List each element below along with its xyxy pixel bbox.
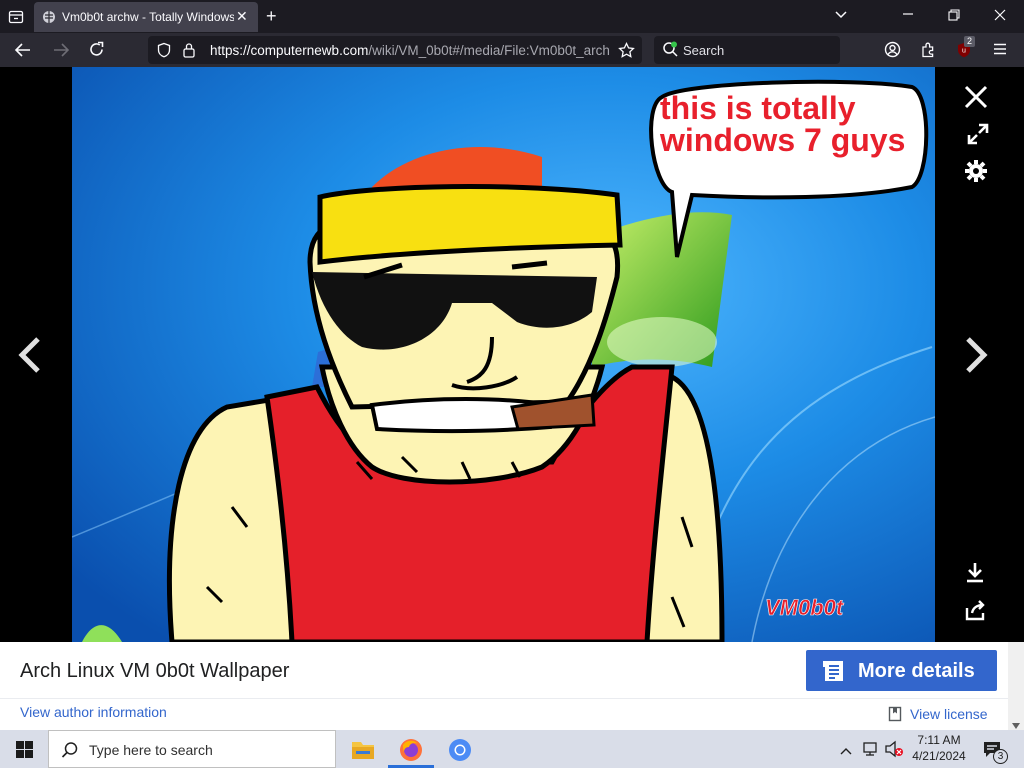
network-icon[interactable] <box>862 740 880 763</box>
media-info-panel: Arch Linux VM 0b0t Wallpaper More detail… <box>0 642 1008 730</box>
account-icon[interactable] <box>884 41 901 62</box>
extensions-puzzle-icon[interactable] <box>920 41 937 62</box>
forward-arrow-icon[interactable] <box>52 42 70 62</box>
file-explorer-icon[interactable] <box>351 738 375 765</box>
bookmark-star-icon[interactable] <box>618 41 635 63</box>
minimize-window-icon[interactable] <box>902 8 914 24</box>
tab-title: Vm0b0t archw - Totally Windows 7 <box>62 10 234 24</box>
taskbar-search-box[interactable]: Type here to search <box>48 730 336 768</box>
more-details-label: More details <box>858 660 975 682</box>
volume-muted-icon[interactable] <box>884 740 904 763</box>
system-clock[interactable]: 7:11 AM 4/21/2024 <box>906 732 972 764</box>
previous-image-arrow-icon[interactable] <box>14 335 46 380</box>
more-details-button[interactable]: More details <box>806 650 997 691</box>
url-path: /wiki/VM_0b0t#/media/File:Vm0b0t_archw.p… <box>368 43 610 58</box>
download-icon[interactable] <box>964 561 986 588</box>
reload-icon[interactable] <box>88 41 105 62</box>
site-favicon-icon <box>42 10 56 27</box>
tab-strip: Vm0b0t archw - Totally Windows 7 ✕ + <box>0 0 1024 33</box>
list-all-tabs-icon[interactable] <box>834 8 848 26</box>
windows-start-icon[interactable] <box>16 741 33 763</box>
fullscreen-expand-icon[interactable] <box>966 122 990 151</box>
close-tab-icon[interactable]: ✕ <box>236 8 248 25</box>
active-tab[interactable]: Vm0b0t archw - Totally Windows 7 ✕ <box>34 2 258 32</box>
media-title: Arch Linux VM 0b0t Wallpaper <box>20 660 290 682</box>
firefox-icon[interactable] <box>398 737 424 768</box>
settings-gear-icon[interactable] <box>964 159 988 188</box>
tracking-protection-shield-icon[interactable] <box>156 42 172 62</box>
back-arrow-icon[interactable] <box>14 42 32 62</box>
search-bar[interactable]: Search <box>654 36 840 64</box>
license-icon <box>888 706 902 727</box>
view-license-link[interactable]: View license <box>910 706 988 722</box>
navigation-toolbar: https://computernewb.com/wiki/VM_0b0t#/m… <box>0 33 1024 67</box>
view-author-link[interactable]: View author information <box>20 704 167 720</box>
vertical-scrollbar[interactable] <box>1008 642 1024 730</box>
show-hidden-icons-chevron-icon[interactable] <box>840 743 852 761</box>
padlock-icon[interactable] <box>182 42 196 62</box>
chromium-icon[interactable] <box>447 737 473 768</box>
artist-signature: VM0b0t <box>765 595 845 620</box>
speech-bubble-line-1: this is totally <box>660 90 856 126</box>
media-viewer-lightbox: this is totally windows 7 guys VM0b0t <box>0 67 1024 642</box>
restore-window-icon[interactable] <box>948 9 960 25</box>
new-tab-icon[interactable]: + <box>266 7 277 25</box>
close-viewer-icon[interactable] <box>964 85 988 114</box>
next-image-arrow-icon[interactable] <box>960 335 992 380</box>
taskbar-search-placeholder: Type here to search <box>89 742 213 758</box>
clock-date: 4/21/2024 <box>912 749 966 763</box>
windows-taskbar: Type here to search 7:11 AM 4/21/2024 3 <box>0 730 1024 768</box>
notification-count-badge: 3 <box>993 749 1008 764</box>
search-bar-placeholder: Search <box>683 43 725 58</box>
clock-time: 7:11 AM <box>917 733 961 747</box>
file-page-icon <box>822 659 846 689</box>
extension-badge: 2 <box>964 36 976 47</box>
share-icon[interactable] <box>964 599 986 626</box>
divider <box>0 698 1008 699</box>
search-engine-icon <box>662 41 679 62</box>
search-icon <box>61 741 79 764</box>
url-host: https://computernewb.com <box>210 43 369 58</box>
wallpaper-image: this is totally windows 7 guys VM0b0t <box>72 67 935 642</box>
speech-bubble-line-2: windows 7 guys <box>659 122 905 158</box>
app-menu-hamburger-icon[interactable] <box>992 41 1008 61</box>
close-window-icon[interactable] <box>994 9 1006 25</box>
svg-text:u: u <box>962 48 966 55</box>
tab-list-icon[interactable] <box>8 9 24 29</box>
address-bar[interactable]: https://computernewb.com/wiki/VM_0b0t#/m… <box>148 36 642 64</box>
url-text[interactable]: https://computernewb.com/wiki/VM_0b0t#/m… <box>210 43 610 58</box>
